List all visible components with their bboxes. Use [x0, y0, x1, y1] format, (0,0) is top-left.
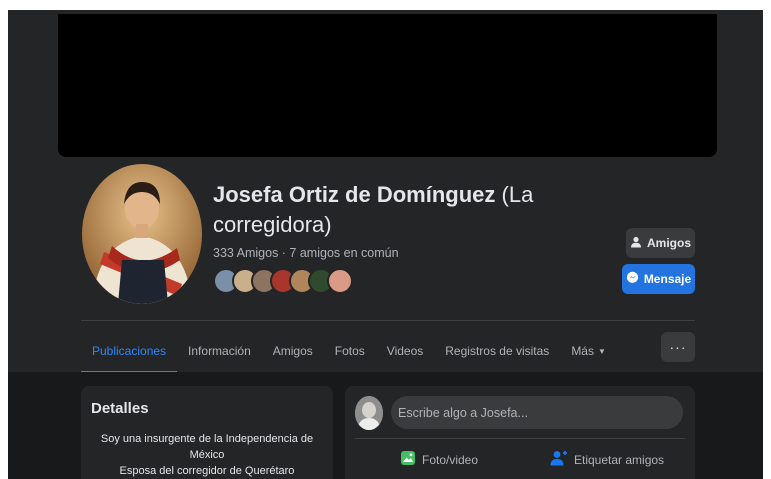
message-button-label: Mensaje [643, 272, 692, 286]
post-composer: Escribe algo a Josefa... Foto/video Etiq… [345, 386, 695, 479]
more-options-button[interactable]: ··· [661, 332, 695, 362]
profile-avatar[interactable] [82, 164, 202, 304]
composer-divider [355, 438, 685, 439]
tab-fotos[interactable]: Fotos [324, 328, 376, 374]
photo-icon [400, 450, 416, 469]
photo-video-label: Foto/video [422, 452, 479, 467]
tab-registros-de-visitas[interactable]: Registros de visitas [434, 328, 560, 374]
tab-mas[interactable]: Más ▼ [560, 328, 617, 374]
tag-friends-icon [550, 450, 568, 469]
composer-user-avatar[interactable] [355, 396, 383, 430]
friends-button[interactable]: Amigos [626, 228, 695, 258]
tag-friends-label: Etiquetar amigos [574, 452, 665, 467]
details-title: Detalles [91, 400, 149, 417]
profile-header: Josefa Ortiz de Domínguez (La corregidor… [213, 180, 613, 260]
profile-name: Josefa Ortiz de Domínguez (La corregidor… [213, 180, 613, 240]
tab-label: Videos [386, 344, 424, 358]
caret-down-icon: ▼ [597, 346, 606, 356]
cover-photo[interactable] [58, 14, 717, 157]
friends-count[interactable]: 333 Amigos · 7 amigos en común [213, 246, 613, 260]
tab-publicaciones[interactable]: Publicaciones [81, 328, 178, 374]
friends-button-label: Amigos [646, 236, 691, 250]
details-card: Detalles Soy una insurgente de la Indepe… [81, 386, 333, 479]
header-divider [81, 320, 695, 321]
tab-informacion[interactable]: Información [177, 328, 262, 374]
message-button[interactable]: Mensaje [622, 264, 695, 294]
tab-label: Más [571, 344, 594, 358]
profile-name-bold: Josefa Ortiz de Domínguez [213, 182, 496, 207]
profile-page: Josefa Ortiz de Domínguez (La corregidor… [8, 10, 763, 479]
tab-label: Publicaciones [92, 344, 167, 358]
tab-label: Fotos [334, 344, 365, 358]
messenger-icon [626, 271, 639, 287]
friend-person-icon [630, 236, 642, 251]
composer-input[interactable]: Escribe algo a Josefa... [391, 396, 683, 429]
profile-tabs: Publicaciones Información Amigos Fotos V… [81, 328, 617, 374]
friend-avatar[interactable] [327, 268, 353, 294]
tab-label: Registros de visitas [445, 344, 550, 358]
tab-label: Amigos [272, 344, 313, 358]
tab-label: Información [188, 344, 251, 358]
tag-friends-button[interactable]: Etiquetar amigos [550, 450, 664, 469]
tab-amigos[interactable]: Amigos [262, 328, 324, 374]
tab-videos[interactable]: Videos [376, 328, 434, 374]
bio-line: México [189, 449, 225, 461]
bio-line: Esposa del corregidor de Querétaro [119, 465, 295, 477]
bio-text: Soy una insurgente de la Independencia d… [91, 431, 323, 479]
bio-line: Soy una insurgente de la Independencia d… [100, 433, 314, 445]
photo-video-button[interactable]: Foto/video [400, 450, 478, 469]
